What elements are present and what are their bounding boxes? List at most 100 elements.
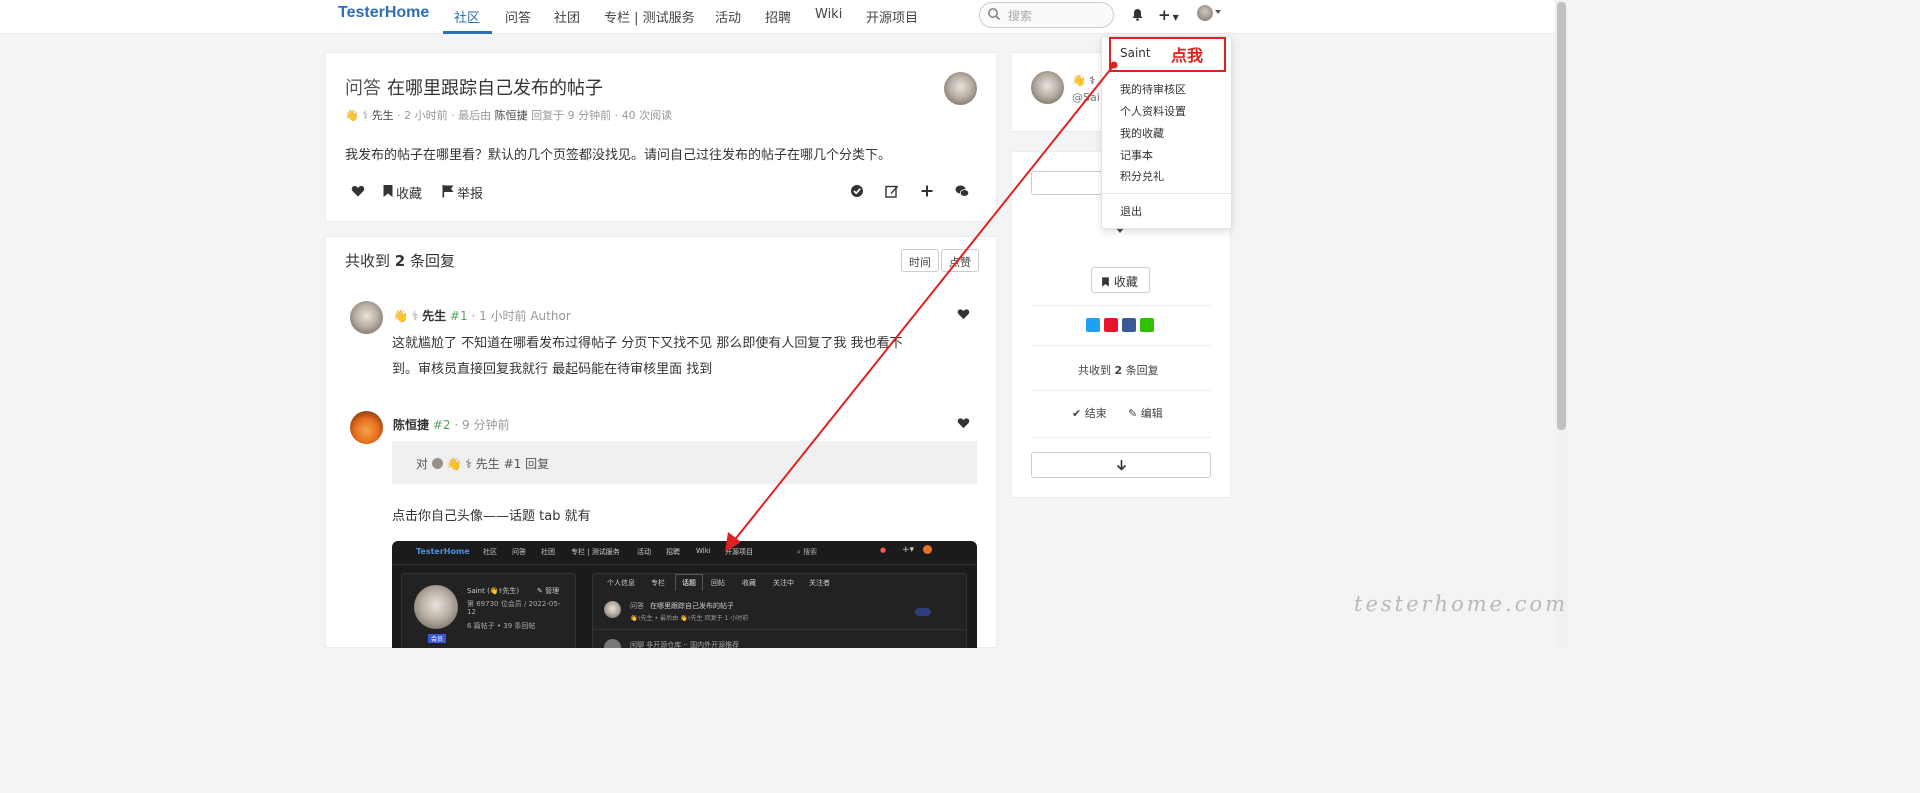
meta-time: · 2 小时前 · 最后由 [397, 109, 492, 122]
embed-manage-label: 管理 [545, 587, 560, 595]
embed-tab: 收藏 [742, 579, 756, 587]
close-topic-button[interactable]: ✔ 结束 [1072, 405, 1107, 421]
embed-topic2: 闲聊 非开源仓库 ·· 国内外开源推荐 [630, 641, 740, 648]
count-value: 2 [1114, 364, 1123, 377]
reply-count-badge [915, 608, 931, 616]
reply-author[interactable]: 先生 [422, 309, 446, 323]
search-icon [988, 8, 1001, 21]
wechat-icon[interactable] [955, 184, 969, 198]
embed-brand: TesterHome [416, 547, 470, 556]
user-badge-emoji: 👋 ⚕ [393, 309, 419, 323]
embed-nav-item: 问答 [512, 548, 526, 556]
check-circle-icon: ✔ [1072, 407, 1082, 420]
topic-title-text: 在哪里跟踪自己发布的帖子 [387, 78, 603, 99]
dropdown-item-points-gifts[interactable]: 积分兑礼 [1120, 168, 1164, 184]
replies-header-suffix: 条回复 [410, 252, 456, 270]
plus-icon: + [1158, 6, 1171, 24]
embed-nav-item: 专栏 | 测试服务 [571, 548, 620, 556]
new-menu-button[interactable]: + ▼ [1158, 6, 1179, 24]
close-topic-label: 结束 [1084, 407, 1107, 420]
nav-item-columns[interactable]: 专栏 | 测试服务 [604, 7, 695, 26]
reply-author[interactable]: 陈恒捷 [393, 418, 429, 432]
like-heart-icon[interactable] [957, 308, 970, 320]
embed-nav-item: 招聘 [666, 548, 680, 556]
reply-header: 陈恒捷 #2 · 9 分钟前 [393, 416, 509, 433]
author-avatar[interactable] [1031, 71, 1064, 104]
nav-item-opensource[interactable]: 开源项目 [866, 7, 918, 26]
topic-node[interactable]: 问答 [345, 78, 381, 99]
embed-stats: 6 篇帖子 • 39 条回帖 [467, 622, 536, 630]
embed-topic-title: 在哪里跟踪自己发布的帖子 [650, 602, 734, 610]
nav-item-wiki[interactable]: Wiki [815, 7, 842, 22]
arrow-down-icon [1116, 460, 1127, 471]
reply-floor[interactable]: #1 [450, 309, 468, 323]
favorite-button[interactable]: 收藏 [396, 183, 422, 202]
chevron-down-icon: ▼ [1172, 13, 1179, 22]
quote-prefix: 对 [416, 457, 429, 471]
bell-icon[interactable] [1131, 8, 1144, 21]
author-handle[interactable]: @Sai [1072, 91, 1100, 104]
replies-count: 2 [394, 252, 406, 270]
author-avatar[interactable] [944, 72, 977, 105]
plus-icon[interactable] [920, 184, 934, 198]
embed-tab-active: 话题 [675, 574, 703, 591]
user-badge-emoji: 👋 ⚕ [345, 109, 369, 122]
bookmark-icon [383, 185, 393, 197]
reply-body: 点击你自己头像——话题 tab 就有 [392, 509, 591, 524]
nav-item-jobs[interactable]: 招聘 [765, 7, 791, 26]
embed-search: ⌕ 搜索 [797, 548, 818, 556]
dropdown-item-profile-settings[interactable]: 个人资料设置 [1120, 103, 1186, 119]
search-placeholder: 搜索 [1008, 9, 1033, 23]
check-circle-icon[interactable] [850, 184, 864, 198]
like-heart-icon[interactable] [351, 184, 365, 198]
wechat-icon[interactable] [1140, 318, 1154, 332]
brand-logo[interactable]: TesterHome [338, 4, 429, 22]
embed-divider [392, 564, 977, 565]
quote-floor[interactable]: #1 回复 [504, 457, 550, 471]
embed-tab: 回帖 [711, 579, 725, 587]
embed-nav-item: 开源项目 [725, 548, 753, 556]
sort-by-time-button[interactable]: 时间 [901, 249, 939, 272]
reply-floor[interactable]: #2 [433, 418, 451, 432]
divider [1031, 345, 1211, 346]
replies-header-prefix: 共收到 [345, 252, 391, 270]
divider [1031, 305, 1211, 306]
scroll-down-button[interactable] [1031, 452, 1211, 478]
dropdown-item-favorites[interactable]: 我的收藏 [1120, 125, 1164, 141]
count-prefix: 共收到 [1078, 364, 1111, 377]
dropdown-item-logout[interactable]: 退出 [1120, 203, 1142, 219]
nav-item-community[interactable]: 社区 [454, 7, 480, 26]
edit-icon[interactable] [885, 184, 899, 198]
embed-topic-meta: 👋⚕先生 • 最后由 👋⚕先生 回复于 1 小时前 [630, 615, 749, 622]
reply-avatar[interactable] [350, 411, 383, 444]
facebook-icon[interactable] [1122, 318, 1136, 332]
twitter-icon[interactable] [1086, 318, 1100, 332]
user-avatar-menu[interactable] [1197, 5, 1213, 21]
nav-item-qa[interactable]: 问答 [505, 7, 531, 26]
topic-title: 问答 在哪里跟踪自己发布的帖子 [345, 74, 603, 100]
like-heart-icon[interactable] [957, 417, 970, 429]
embed-profile-name: Saint (👋⚕先生) [467, 587, 520, 595]
avatar [431, 458, 443, 469]
weibo-icon[interactable] [1104, 318, 1118, 332]
dropdown-item-pending-review[interactable]: 我的待审核区 [1120, 81, 1186, 97]
edit-topic-button[interactable]: ✎ 编辑 [1128, 405, 1163, 421]
reply-avatar[interactable] [350, 301, 383, 334]
avatar [604, 601, 621, 618]
meta-tail: 回复于 9 分钟前 · 40 次阅读 [531, 109, 673, 122]
quote-author[interactable]: 👋 ⚕ 先生 [447, 457, 500, 471]
author-link[interactable]: 先生 [372, 109, 394, 122]
last-replier-link[interactable]: 陈恒捷 [495, 109, 528, 122]
watermark: testerhome.com [1354, 592, 1569, 616]
scrollbar-thumb[interactable] [1557, 2, 1566, 430]
nav-item-events[interactable]: 活动 [715, 7, 741, 26]
nav-item-clubs[interactable]: 社团 [554, 7, 580, 26]
user-badge-emoji: 👋 ⚕ [1072, 74, 1096, 87]
sidebar-input[interactable] [1031, 171, 1109, 195]
edit-topic-label: 编辑 [1140, 407, 1163, 420]
report-button[interactable]: 举报 [457, 183, 483, 202]
embed-nav-item: 活动 [637, 548, 651, 556]
sidebar-favorite-button[interactable]: 收藏 [1091, 267, 1150, 293]
sort-by-votes-button[interactable]: 点赞 [941, 249, 979, 272]
dropdown-item-notebook[interactable]: 记事本 [1120, 147, 1153, 163]
